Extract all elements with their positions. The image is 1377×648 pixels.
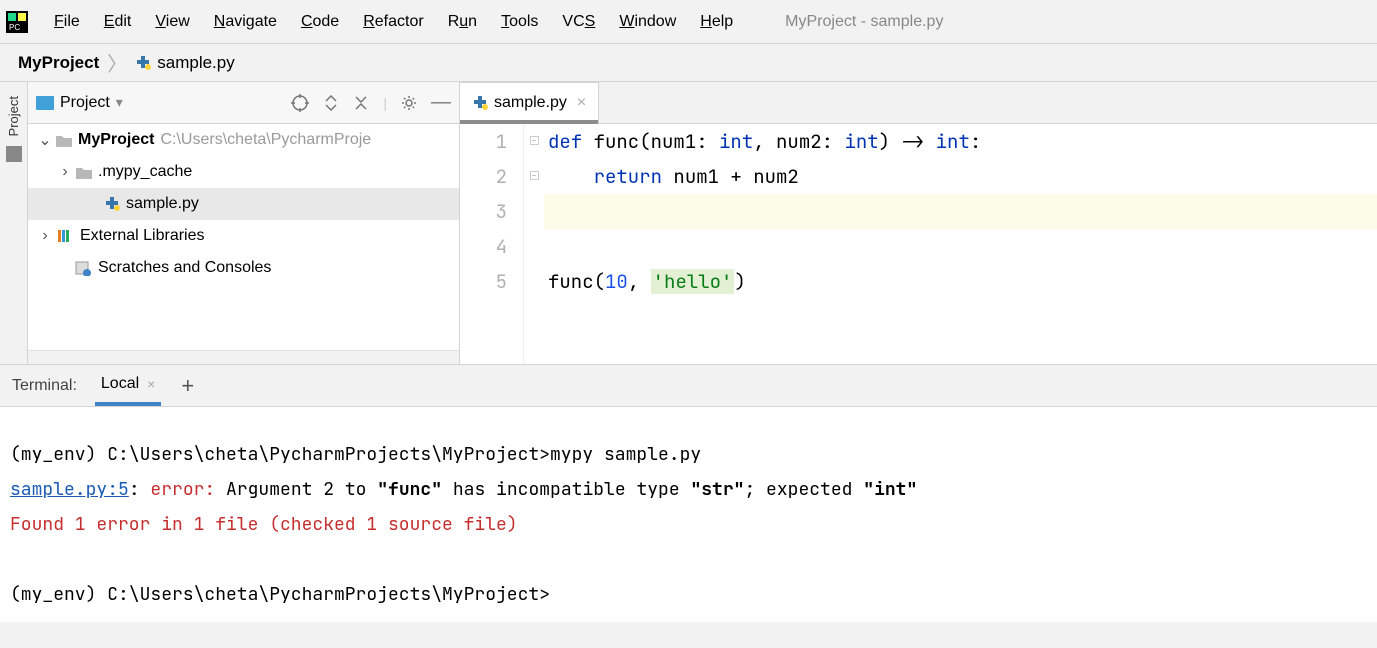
line-gutter: 1 2 3 4 5 [460,124,524,364]
terminal-line: (my_env) C:\Users\cheta\PycharmProjects\… [10,437,1367,472]
project-panel-title[interactable]: Project [60,94,110,112]
terminal-line: sample.py:5: error: Argument 2 to "func"… [10,472,1367,507]
code-content[interactable]: def func(num1: int, num2: int) -> int: r… [544,124,1377,364]
chevron-down-icon[interactable]: ⌄ [38,130,52,150]
terminal-panel: Terminal: Local × + (my_env) C:\Users\ch… [0,364,1377,622]
terminal-tab-label: Local [101,375,139,393]
editor-tabbar: sample.py × [460,82,1377,124]
rail-project-label[interactable]: Project [6,96,21,136]
menu-tools[interactable]: Tools [489,9,550,35]
menu-refactor[interactable]: Refactor [351,9,435,35]
folder-icon [56,134,72,147]
hide-panel-icon[interactable]: — [431,91,451,114]
tree-root-path: C:\Users\cheta\PycharmProje [160,131,371,149]
terminal-tabbar: Terminal: Local × + [0,365,1377,407]
breadcrumb-project[interactable]: MyProject [18,53,99,73]
menu-edit[interactable]: Edit [92,9,144,35]
panel-resize-handle[interactable] [28,350,459,364]
chevron-right-icon[interactable]: › [58,163,72,181]
left-tool-rail: Project [0,82,28,364]
svg-text:PC: PC [9,23,20,32]
menu-run[interactable]: Run [436,9,489,35]
gear-icon[interactable] [401,95,417,111]
menu-window[interactable]: Window [607,9,688,35]
python-file-icon [135,54,153,72]
scratches-icon [74,260,92,276]
terminal-output[interactable]: (my_env) C:\Users\cheta\PycharmProjects\… [0,407,1377,622]
project-tree: ⌄ MyProject C:\Users\cheta\PycharmProje … [28,124,459,350]
tree-scratches-label: Scratches and Consoles [98,259,271,277]
python-file-icon [104,195,122,213]
editor-tab-sample[interactable]: sample.py × [460,82,599,123]
code-editor[interactable]: 1 2 3 4 5 - - def func(num1: int, num2: … [460,124,1377,364]
python-file-icon [472,94,490,112]
close-tab-icon[interactable]: × [577,94,586,112]
window-title: MyProject - sample.py [785,13,943,31]
close-terminal-tab-icon[interactable]: × [147,376,155,392]
locate-icon[interactable] [291,94,309,112]
menu-navigate[interactable]: Navigate [202,9,289,35]
collapse-all-icon[interactable] [353,95,369,111]
library-icon [56,228,74,244]
terminal-line: (my_env) C:\Users\cheta\PycharmProjects\… [10,577,1367,612]
fold-gutter: - - [524,124,544,364]
app-icon: PC [6,11,28,33]
tree-mypy-label: .mypy_cache [98,163,192,181]
tree-sample-label: sample.py [126,195,199,213]
terminal-tab-local[interactable]: Local × [95,375,161,406]
tree-mypy-cache[interactable]: › .mypy_cache [28,156,459,188]
breadcrumb-file[interactable]: sample.py [157,53,234,73]
editor-area: sample.py × 1 2 3 4 5 - - def func(num1:… [460,82,1377,364]
add-terminal-icon[interactable]: + [181,373,194,399]
rail-bookmark-icon[interactable] [6,146,22,162]
menu-view[interactable]: View [143,9,201,35]
tree-external-libs[interactable]: › External Libraries [28,220,459,252]
chevron-right-icon[interactable]: › [38,227,52,245]
tree-root[interactable]: ⌄ MyProject C:\Users\cheta\PycharmProje [28,124,459,156]
menu-vcs[interactable]: VCS [550,9,607,35]
terminal-line: Found 1 error in 1 file (checked 1 sourc… [10,507,1367,542]
editor-tab-label: sample.py [494,94,567,112]
menu-help[interactable]: Help [688,9,745,35]
menu-file[interactable]: File [42,9,92,35]
project-view-icon [36,96,54,110]
expand-all-icon[interactable] [323,95,339,111]
fold-marker-icon[interactable]: - [530,136,539,145]
breadcrumb: MyProject 〉 sample.py [0,44,1377,82]
menu-code[interactable]: Code [289,9,351,35]
menu-bar: PC File Edit View Navigate Code Refactor… [0,0,1377,44]
project-view-dropdown-icon[interactable]: ▾ [116,94,123,111]
project-panel: Project ▾ | — ⌄ MyProject C:\Users\cheta… [28,82,460,364]
project-panel-header: Project ▾ | — [28,82,459,124]
breadcrumb-sep: 〉 [107,48,127,77]
tree-scratches[interactable]: Scratches and Consoles [28,252,459,284]
tree-sample-file[interactable]: sample.py [28,188,459,220]
folder-icon [76,166,92,179]
terminal-label: Terminal: [12,377,77,395]
file-link[interactable]: sample.py:5 [10,478,129,501]
fold-marker-icon[interactable]: - [530,171,539,180]
tree-libs-label: External Libraries [80,227,205,245]
tree-root-name: MyProject [78,131,154,149]
terminal-line [10,542,1367,577]
